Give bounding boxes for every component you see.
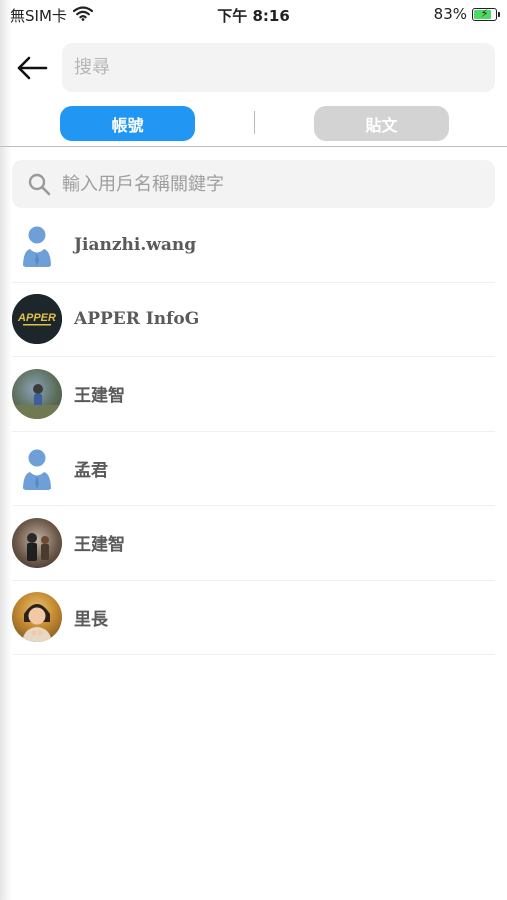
user-name: 王建智 — [74, 535, 125, 556]
search-input[interactable] — [74, 57, 495, 78]
default-avatar-icon — [12, 443, 62, 493]
tab-posts-label: 貼文 — [365, 115, 398, 135]
search-bar[interactable] — [62, 43, 495, 92]
user-name: 里長 — [74, 609, 108, 630]
edge-shadow — [0, 0, 12, 900]
logo-text: APPER — [17, 312, 56, 324]
user-name: 王建智 — [74, 386, 125, 407]
header-divider — [0, 146, 507, 147]
user-name: 孟君 — [74, 460, 108, 481]
status-right: 83% ⚡ — [433, 5, 500, 23]
apper-logo-avatar: APPER — [12, 294, 62, 345]
arrow-left-icon — [17, 56, 48, 80]
default-avatar-icon — [12, 220, 62, 270]
clock: 下午 8:16 — [217, 7, 290, 25]
user-name: Jianzhi.wang — [74, 234, 197, 255]
filter-bar[interactable] — [12, 160, 495, 208]
tab-accounts-label: 帳號 — [111, 115, 144, 135]
tab-accounts[interactable]: 帳號 — [60, 106, 195, 141]
user-name: APPER InfoG — [74, 309, 200, 330]
user-photo-avatar — [12, 592, 62, 643]
battery-icon: ⚡ — [472, 6, 500, 21]
user-row[interactable]: 里長 — [12, 581, 495, 655]
user-photo-avatar — [12, 368, 62, 419]
status-bar: 無SIM卡 下午 8:16 83% ⚡ — [0, 0, 507, 30]
user-list: Jianzhi.wang APPER APPER InfoG 王建智 孟君 王建… — [12, 208, 495, 655]
back-button[interactable] — [14, 50, 50, 86]
user-row[interactable]: 王建智 — [12, 506, 495, 581]
user-row[interactable]: 王建智 — [12, 357, 495, 432]
user-row[interactable]: 孟君 — [12, 432, 495, 506]
charging-bolt-icon: ⚡ — [480, 6, 489, 20]
user-row[interactable]: APPER APPER InfoG — [12, 283, 495, 357]
user-row[interactable]: Jianzhi.wang — [12, 208, 495, 283]
filter-input[interactable] — [62, 173, 495, 195]
search-icon — [26, 171, 52, 197]
tab-divider — [254, 111, 255, 134]
user-photo-avatar — [12, 517, 62, 568]
battery-percent: 83% — [433, 5, 467, 23]
tab-posts[interactable]: 貼文 — [314, 106, 449, 141]
